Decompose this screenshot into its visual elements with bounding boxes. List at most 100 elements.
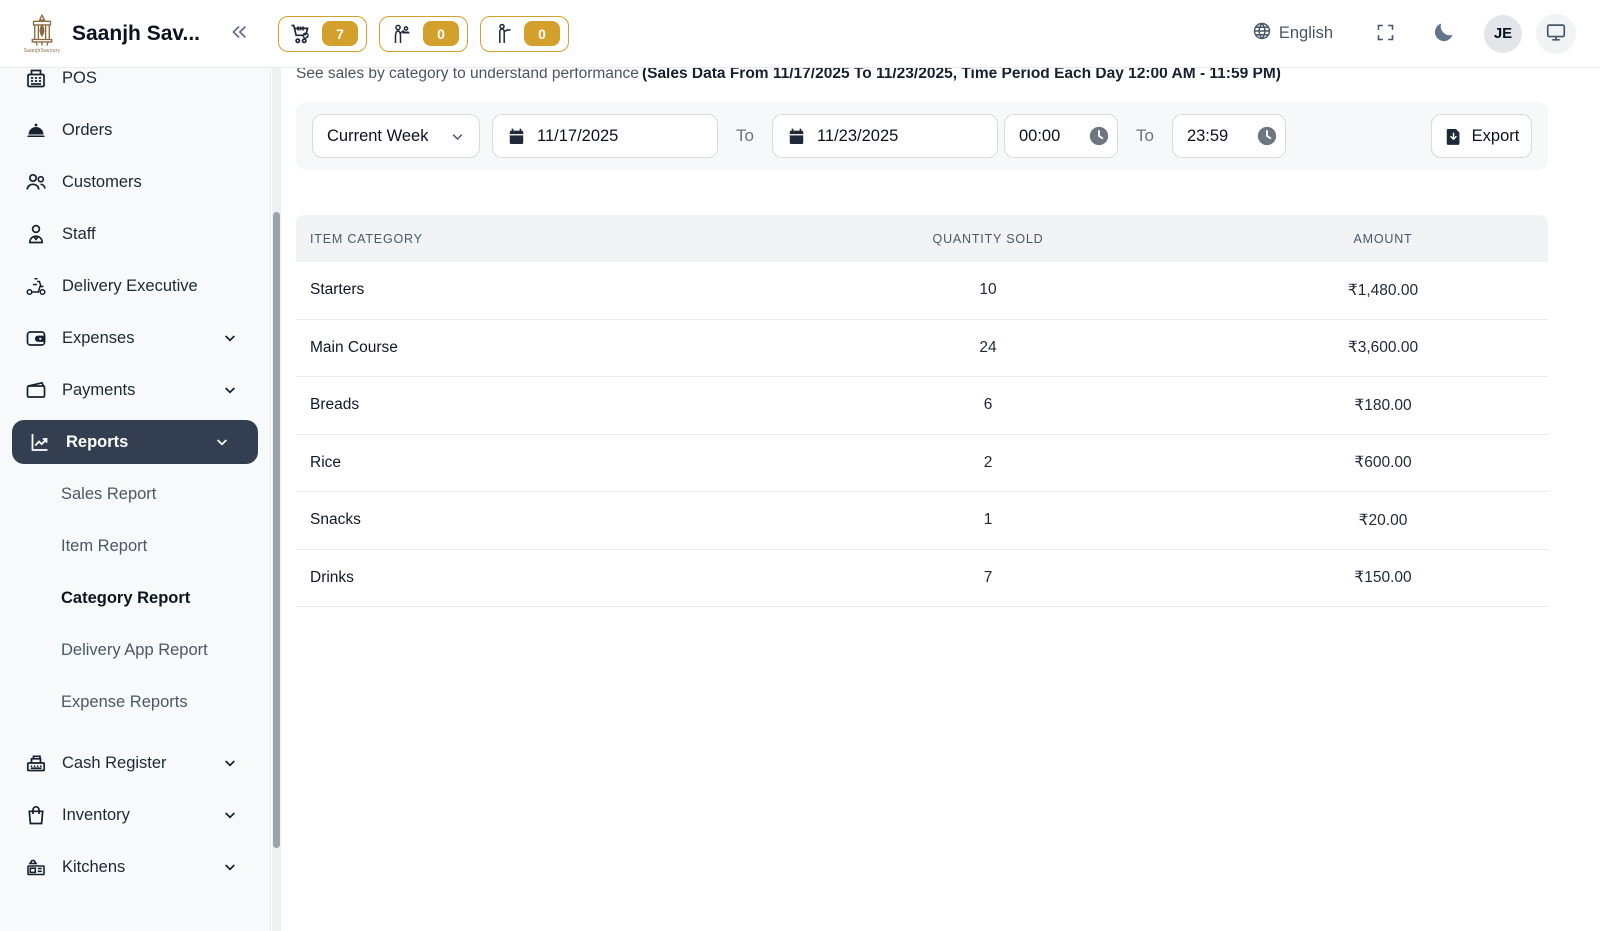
chevron-down-icon [222,382,238,398]
display-mode-button[interactable] [1536,14,1576,54]
date-from-input[interactable]: 11/17/2025 [492,114,718,158]
cell-amount: ₹1,480.00 [1218,281,1548,300]
time-to-input[interactable]: 23:59 [1172,114,1286,158]
sidebar-item-cash-register[interactable]: Cash Register [0,737,270,789]
cell-quantity: 24 [758,339,1218,357]
dine-in-badge-button[interactable]: 0 [379,16,468,52]
table-header-row: ITEM CATEGORY QUANTITY SOLD AMOUNT [296,215,1548,262]
sidebar-item-inventory[interactable]: Inventory [0,789,270,841]
sidebar: POSOrdersCustomersStaffDelivery Executiv… [0,68,271,931]
cell-category: Main Course [296,339,758,357]
sidebar-item-label: Cash Register [62,754,167,773]
export-button-label: Export [1472,127,1520,146]
sidebar-scrollbar-thumb[interactable] [273,212,280,848]
cash-register-icon [24,751,48,775]
sidebar-item-delivery-app-report[interactable]: Delivery App Report [0,624,270,676]
avatar[interactable]: JE [1484,15,1522,53]
sidebar-item-sales-report[interactable]: Sales Report [0,468,270,520]
sidebar-collapse-button[interactable] [226,21,252,46]
cell-category: Snacks [296,511,758,529]
sidebar-item-label: Inventory [62,806,130,825]
date-to-input[interactable]: 11/23/2025 [772,114,998,158]
time-to-value: 23:59 [1187,127,1228,146]
filter-bar: Current Week 11/17/2025 To 11/23/2025 00… [296,102,1548,170]
fullscreen-button[interactable] [1375,22,1396,46]
sidebar-item-staff[interactable]: Staff [0,208,270,260]
clock-icon [1088,125,1110,147]
chevron-down-icon [222,807,238,823]
cell-quantity: 10 [758,281,1218,299]
export-button[interactable]: Export [1431,114,1532,158]
waiter-badge-button[interactable]: 0 [480,16,569,52]
sidebar-item-expenses[interactable]: Expenses [0,312,270,364]
delivery-executive-icon [24,274,48,298]
clock-icon [1256,125,1278,147]
sidebar-scrollbar[interactable] [272,68,281,931]
waiter-icon [491,22,515,46]
sidebar-item-reports[interactable]: Reports [12,420,258,464]
column-header-item-category: ITEM CATEGORY [296,232,758,246]
cart-check-icon [289,22,313,46]
moon-icon [1432,20,1456,47]
cell-quantity: 6 [758,396,1218,414]
cell-category: Starters [296,281,758,299]
table-row: Main Course24₹3,600.00 [296,320,1548,378]
sidebar-item-customers[interactable]: Customers [0,156,270,208]
chevron-down-icon [222,859,238,875]
cell-quantity: 1 [758,511,1218,529]
date-range-select-value: Current Week [327,127,428,146]
cell-amount: ₹600.00 [1218,453,1548,472]
badge-count: 0 [524,21,560,46]
cell-amount: ₹20.00 [1218,511,1548,530]
category-report-table: ITEM CATEGORY QUANTITY SOLD AMOUNT Start… [296,215,1548,607]
chevron-down-icon [450,129,465,144]
sidebar-item-item-report[interactable]: Item Report [0,520,270,572]
reports-icon [28,430,52,454]
calendar-icon [507,127,526,146]
cart-orders-badge-button[interactable]: 7 [278,16,367,52]
sidebar-item-payments[interactable]: Payments [0,364,270,416]
logo-caption: SaanjhSavoury [24,48,61,54]
app-title: Saanjh Sav... [72,22,200,46]
time-from-input[interactable]: 00:00 [1004,114,1118,158]
cell-amount: ₹3,600.00 [1218,338,1548,357]
sidebar-item-pos[interactable]: POS [0,68,270,104]
sidebar-item-label: Expenses [62,329,134,348]
sidebar-item-delivery-executive[interactable]: Delivery Executive [0,260,270,312]
sidebar-item-expense-reports[interactable]: Expense Reports [0,676,270,728]
sidebar-item-label: Item Report [61,537,147,556]
table-row: Rice2₹600.00 [296,435,1548,493]
top-header: SaanjhSavoury Saanjh Sav... 700 English … [0,0,1600,68]
cell-category: Drinks [296,569,758,587]
monitor-icon [1545,21,1567,46]
customers-icon [24,170,48,194]
calendar-icon [787,127,806,146]
expenses-icon [24,326,48,350]
sidebar-item-label: Reports [66,433,128,452]
chevron-down-icon [214,434,230,450]
sidebar-item-kitchens[interactable]: Kitchens [0,841,270,893]
badge-count: 7 [322,21,358,46]
host-desk-icon [390,22,414,46]
table-row: Drinks7₹150.00 [296,550,1548,608]
sidebar-item-label: Delivery App Report [61,641,208,660]
date-range-select[interactable]: Current Week [312,114,480,158]
date-from-value: 11/17/2025 [537,127,618,146]
payments-icon [24,378,48,402]
orders-icon [24,118,48,142]
to-label: To [736,126,754,146]
cell-amount: ₹180.00 [1218,396,1548,415]
globe-icon [1252,21,1272,46]
cell-amount: ₹150.00 [1218,568,1548,587]
header-badge-group: 700 [278,16,569,52]
inventory-icon [24,803,48,827]
sidebar-item-orders[interactable]: Orders [0,104,270,156]
dark-mode-toggle[interactable] [1432,20,1456,47]
kitchens-icon [24,855,48,879]
sidebar-item-category-report[interactable]: Category Report [0,572,270,624]
language-selector[interactable]: English [1252,21,1333,46]
table-body: Starters10₹1,480.00 Main Course24₹3,600.0… [296,262,1548,607]
cell-quantity: 7 [758,569,1218,587]
logo-emblem-icon [27,14,57,48]
app-logo: SaanjhSavoury [22,8,62,60]
